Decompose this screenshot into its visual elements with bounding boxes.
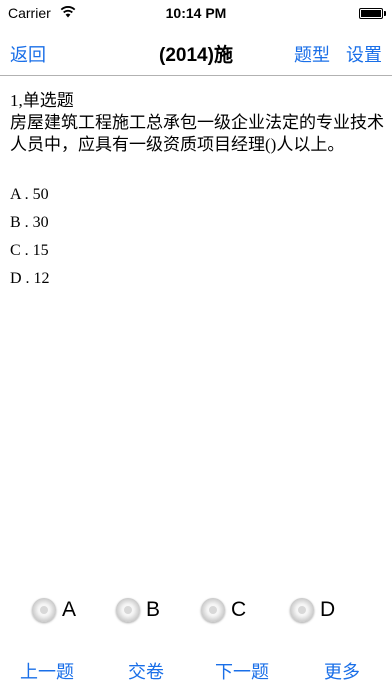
radio-unselected-icon [116, 598, 140, 622]
previous-question-button[interactable]: 上一题 [20, 658, 74, 684]
question-header: 1,单选题 [10, 91, 74, 110]
question-text: 房屋建筑工程施工总承包一级企业法定的专业技术人员中，应具有一级资质项目经理()人… [10, 113, 384, 154]
answer-label-c: C [231, 598, 247, 621]
question-type-button[interactable]: 题型 [294, 41, 330, 67]
answer-radio-group: A B C D [0, 590, 392, 630]
answer-label-a: A [62, 598, 77, 621]
radio-unselected-icon [32, 598, 56, 622]
option-c: C . 15 [10, 242, 49, 259]
answer-label-b: B [146, 598, 161, 621]
navigation-bar: 返回 (2014)施 题型 设置 [0, 28, 392, 76]
radio-unselected-icon [201, 598, 225, 622]
page-title: (2014)施 [159, 45, 233, 66]
next-question-button[interactable]: 下一题 [215, 658, 269, 684]
question-block: 1,单选题 房屋建筑工程施工总承包一级企业法定的专业技术人员中，应具有一级资质项… [10, 90, 384, 156]
option-d: D . 12 [10, 270, 50, 287]
back-button[interactable]: 返回 [10, 41, 46, 67]
option-list: A . 50 B . 30 C . 15 D . 12 [10, 184, 310, 296]
radio-unselected-icon [290, 598, 314, 622]
bottom-toolbar: 上一题 交卷 下一题 更多 [0, 648, 392, 696]
status-time: 10:14 PM [165, 5, 227, 21]
battery-cap [384, 11, 386, 16]
settings-button[interactable]: 设置 [346, 41, 382, 67]
submit-exam-button[interactable]: 交卷 [128, 658, 164, 684]
answer-label-d: D [320, 598, 336, 621]
option-a: A . 50 [10, 186, 49, 203]
more-button[interactable]: 更多 [324, 658, 360, 684]
battery-full-icon [359, 8, 383, 19]
option-b: B . 30 [10, 214, 49, 231]
status-bar: Carrier 10:14 PM [0, 0, 392, 28]
